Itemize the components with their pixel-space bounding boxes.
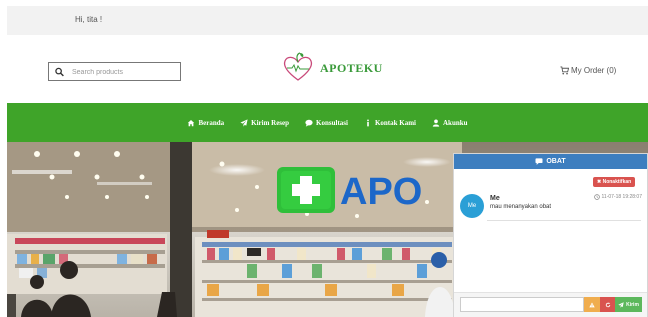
chat-header[interactable]: OBAT xyxy=(454,154,647,169)
chat-footer: Kirim xyxy=(454,292,647,317)
nav-item-konsultasi[interactable]: Konsultasi xyxy=(305,119,348,127)
chat-title: OBAT xyxy=(546,158,566,165)
storefront-sign-text: APO xyxy=(340,171,422,213)
nav-label: Beranda xyxy=(198,118,225,127)
message-timestamp: 11-07-18 19:28:07 xyxy=(593,194,643,200)
nav-item-beranda[interactable]: Beranda xyxy=(187,119,224,127)
nav-label: Kontak Kami xyxy=(374,118,416,127)
my-order-link[interactable]: My Order (0) xyxy=(560,66,616,75)
avatar: Me xyxy=(460,194,484,218)
chat-bubble-icon xyxy=(305,119,313,127)
chat-message-input[interactable] xyxy=(460,297,584,312)
logo[interactable]: APOTEKU xyxy=(281,51,383,85)
message-sender: Me xyxy=(490,195,500,202)
chat-panel: OBAT ✖ Nonaktifkan Me Me 11-07-18 19:28:… xyxy=(453,153,648,317)
warning-icon xyxy=(589,301,595,307)
refresh-icon xyxy=(605,301,610,307)
nav-item-kontak-kami[interactable]: Kontak Kami xyxy=(364,119,416,127)
send-button[interactable]: Kirim xyxy=(615,297,642,312)
message-divider xyxy=(487,220,641,221)
send-label: Kirim xyxy=(626,301,639,308)
nav-label: Konsultasi xyxy=(316,118,348,127)
send-icon xyxy=(618,301,624,308)
info-icon xyxy=(367,119,369,126)
clock-icon xyxy=(593,194,600,200)
nav-item-kirim-resep[interactable]: Kirim Resep xyxy=(240,119,289,127)
warning-button[interactable] xyxy=(584,297,600,312)
top-bar: Hi, tita ! xyxy=(7,6,648,35)
home-icon xyxy=(188,119,195,126)
nav-label: Kirim Resep xyxy=(251,118,290,127)
nav-item-akunku[interactable]: Akunku xyxy=(432,119,468,127)
send-icon xyxy=(240,118,248,127)
nav-label: Akunku xyxy=(443,118,468,127)
site-header: APOTEKU My Order (0) xyxy=(7,35,648,103)
greeting-text: Hi, tita ! xyxy=(75,15,103,24)
message-text: mau menanyakan obat xyxy=(490,204,552,210)
cart-icon xyxy=(560,66,569,75)
refresh-button[interactable] xyxy=(600,297,615,312)
logo-text: APOTEKU xyxy=(320,60,383,75)
main-nav: Beranda Kirim Resep Konsultasi Kontak Ka… xyxy=(7,103,648,142)
search-input[interactable] xyxy=(72,65,178,79)
search-box[interactable] xyxy=(48,62,181,81)
chat-bubble-icon xyxy=(535,158,543,165)
deactivate-button[interactable]: ✖ Nonaktifkan xyxy=(593,177,636,187)
search-icon xyxy=(55,67,64,77)
message-time-text: 11-07-18 19:28:07 xyxy=(601,194,643,200)
user-icon xyxy=(432,119,440,127)
my-order-label: My Order (0) xyxy=(571,66,617,75)
logo-heart-icon xyxy=(283,52,313,81)
